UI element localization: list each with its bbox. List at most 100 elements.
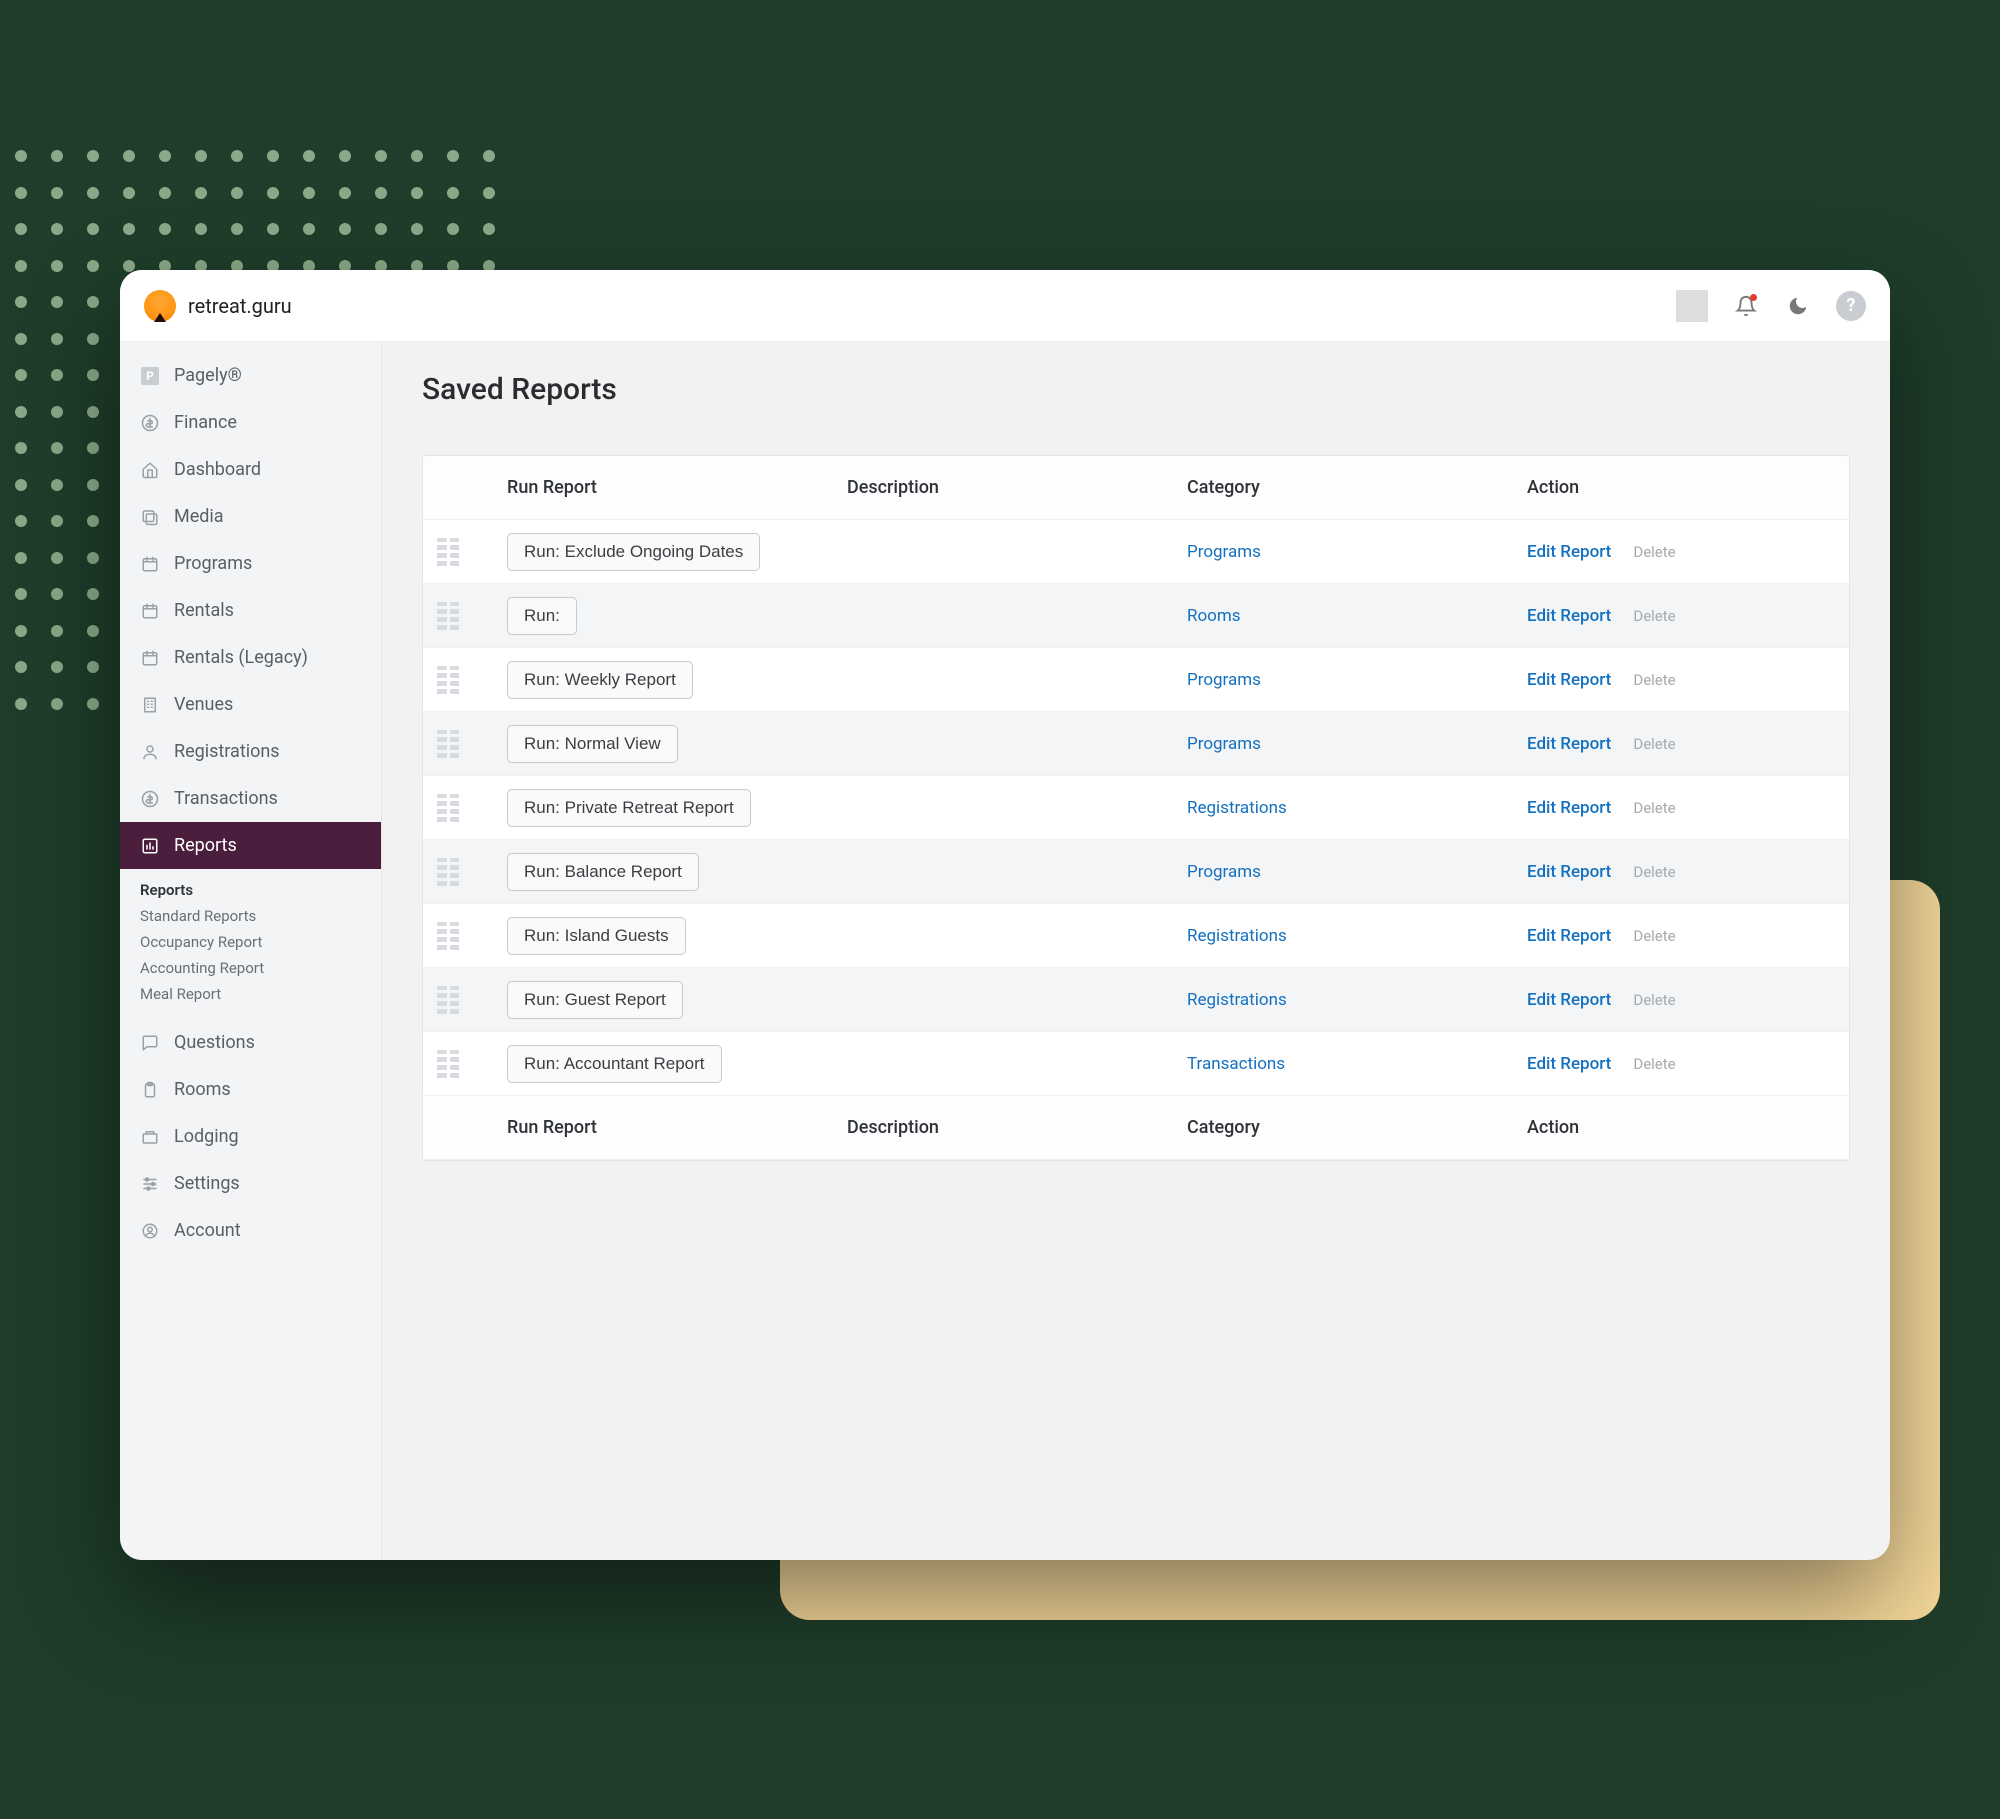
notification-dot-icon [1750, 294, 1757, 301]
delete-report-link[interactable]: Delete [1633, 735, 1675, 753]
building-icon [140, 695, 160, 715]
sidebar-item-label: Rooms [174, 1079, 231, 1100]
drag-handle-icon[interactable] [437, 730, 459, 758]
brand[interactable]: retreat.guru [144, 290, 292, 322]
sidebar-item-lodging[interactable]: Lodging [120, 1113, 381, 1160]
topbar-right: ? [1676, 290, 1866, 322]
table-row: Run: Guest Report Registrations Edit Rep… [423, 968, 1849, 1032]
sidebar-item-label: Programs [174, 553, 252, 574]
run-report-button[interactable]: Run: Normal View [507, 725, 678, 763]
run-report-button[interactable]: Run: Exclude Ongoing Dates [507, 533, 760, 571]
sidebar-item-rentals-legacy-[interactable]: Rentals (Legacy) [120, 634, 381, 681]
category-link[interactable]: Registrations [1187, 990, 1287, 1010]
sidebar-item-registrations[interactable]: Registrations [120, 728, 381, 775]
run-report-button[interactable]: Run: Accountant Report [507, 1045, 722, 1083]
sidebar-item-settings[interactable]: Settings [120, 1160, 381, 1207]
run-report-button[interactable]: Run: Guest Report [507, 981, 683, 1019]
edit-report-link[interactable]: Edit Report [1527, 734, 1611, 754]
sidebar-item-label: Finance [174, 412, 237, 433]
category-link[interactable]: Programs [1187, 734, 1261, 754]
sidebar-subitem[interactable]: Reports [140, 877, 381, 903]
category-link[interactable]: Registrations [1187, 798, 1287, 818]
drag-handle-icon[interactable] [437, 922, 459, 950]
sidebar-item-label: Rentals [174, 600, 234, 621]
drag-handle-icon[interactable] [437, 1050, 459, 1078]
edit-report-link[interactable]: Edit Report [1527, 1054, 1611, 1074]
category-link[interactable]: Programs [1187, 862, 1261, 882]
app-window: retreat.guru ? PPagely® Finance Dashboard M… [120, 270, 1890, 1560]
category-link[interactable]: Programs [1187, 670, 1261, 690]
sidebar-item-label: Transactions [174, 788, 278, 809]
sidebar-item-transactions[interactable]: Transactions [120, 775, 381, 822]
lodging-icon [140, 1127, 160, 1147]
bell-icon[interactable] [1732, 292, 1760, 320]
delete-report-link[interactable]: Delete [1633, 671, 1675, 689]
col-footer-run: Run Report [507, 1117, 847, 1138]
drag-handle-icon[interactable] [437, 794, 459, 822]
col-footer-description: Description [847, 1117, 1187, 1138]
category-link[interactable]: Programs [1187, 542, 1261, 562]
sidebar-item-finance[interactable]: Finance [120, 399, 381, 446]
dollar-icon [140, 789, 160, 809]
sidebar-item-rentals[interactable]: Rentals [120, 587, 381, 634]
calendar-icon [140, 554, 160, 574]
sidebar-item-label: Registrations [174, 741, 280, 762]
table-row: Run: Island Guests Registrations Edit Re… [423, 904, 1849, 968]
sidebar-item-pagely-[interactable]: PPagely® [120, 352, 381, 399]
delete-report-link[interactable]: Delete [1633, 863, 1675, 881]
run-report-button[interactable]: Run: Balance Report [507, 853, 699, 891]
help-icon[interactable]: ? [1836, 291, 1866, 321]
sidebar-item-label: Media [174, 506, 224, 527]
sidebar-subitem[interactable]: Standard Reports [140, 903, 381, 929]
col-header-category: Category [1187, 477, 1527, 498]
table-row: Run: Private Retreat Report Registration… [423, 776, 1849, 840]
run-report-button[interactable]: Run: [507, 597, 577, 635]
sidebar-item-label: Questions [174, 1032, 255, 1053]
moon-icon[interactable] [1784, 292, 1812, 320]
sidebar-subitem[interactable]: Occupancy Report [140, 929, 381, 955]
drag-handle-icon[interactable] [437, 602, 459, 630]
sidebar-item-account[interactable]: Account [120, 1207, 381, 1254]
delete-report-link[interactable]: Delete [1633, 991, 1675, 1009]
edit-report-link[interactable]: Edit Report [1527, 670, 1611, 690]
table-row: Run: Normal View Programs Edit Report De… [423, 712, 1849, 776]
sidebar-subitem[interactable]: Accounting Report [140, 955, 381, 981]
delete-report-link[interactable]: Delete [1633, 927, 1675, 945]
drag-handle-icon[interactable] [437, 986, 459, 1014]
sidebar-item-media[interactable]: Media [120, 493, 381, 540]
account-icon [140, 1221, 160, 1241]
sidebar-subitem[interactable]: Meal Report [140, 981, 381, 1007]
col-footer-category: Category [1187, 1117, 1527, 1138]
drag-handle-icon[interactable] [437, 858, 459, 886]
delete-report-link[interactable]: Delete [1633, 607, 1675, 625]
category-link[interactable]: Rooms [1187, 606, 1241, 626]
run-report-button[interactable]: Run: Island Guests [507, 917, 686, 955]
drag-handle-icon[interactable] [437, 666, 459, 694]
brand-logo-icon [144, 290, 176, 322]
edit-report-link[interactable]: Edit Report [1527, 542, 1611, 562]
delete-report-link[interactable]: Delete [1633, 799, 1675, 817]
drag-handle-icon[interactable] [437, 538, 459, 566]
edit-report-link[interactable]: Edit Report [1527, 862, 1611, 882]
sidebar-item-dashboard[interactable]: Dashboard [120, 446, 381, 493]
sidebar-item-programs[interactable]: Programs [120, 540, 381, 587]
edit-report-link[interactable]: Edit Report [1527, 606, 1611, 626]
edit-report-link[interactable]: Edit Report [1527, 798, 1611, 818]
edit-report-link[interactable]: Edit Report [1527, 990, 1611, 1010]
run-report-button[interactable]: Run: Weekly Report [507, 661, 693, 699]
sidebar-item-venues[interactable]: Venues [120, 681, 381, 728]
titlebar: retreat.guru ? [120, 270, 1890, 342]
delete-report-link[interactable]: Delete [1633, 543, 1675, 561]
sidebar-item-label: Settings [174, 1173, 240, 1194]
category-link[interactable]: Transactions [1187, 1054, 1285, 1074]
sidebar-item-reports[interactable]: Reports [120, 822, 381, 869]
avatar[interactable] [1676, 290, 1708, 322]
col-header-description: Description [847, 477, 1187, 498]
table-row: Run: Accountant Report Transactions Edit… [423, 1032, 1849, 1096]
sidebar-item-questions[interactable]: Questions [120, 1019, 381, 1066]
category-link[interactable]: Registrations [1187, 926, 1287, 946]
edit-report-link[interactable]: Edit Report [1527, 926, 1611, 946]
run-report-button[interactable]: Run: Private Retreat Report [507, 789, 751, 827]
sidebar-item-rooms[interactable]: Rooms [120, 1066, 381, 1113]
delete-report-link[interactable]: Delete [1633, 1055, 1675, 1073]
